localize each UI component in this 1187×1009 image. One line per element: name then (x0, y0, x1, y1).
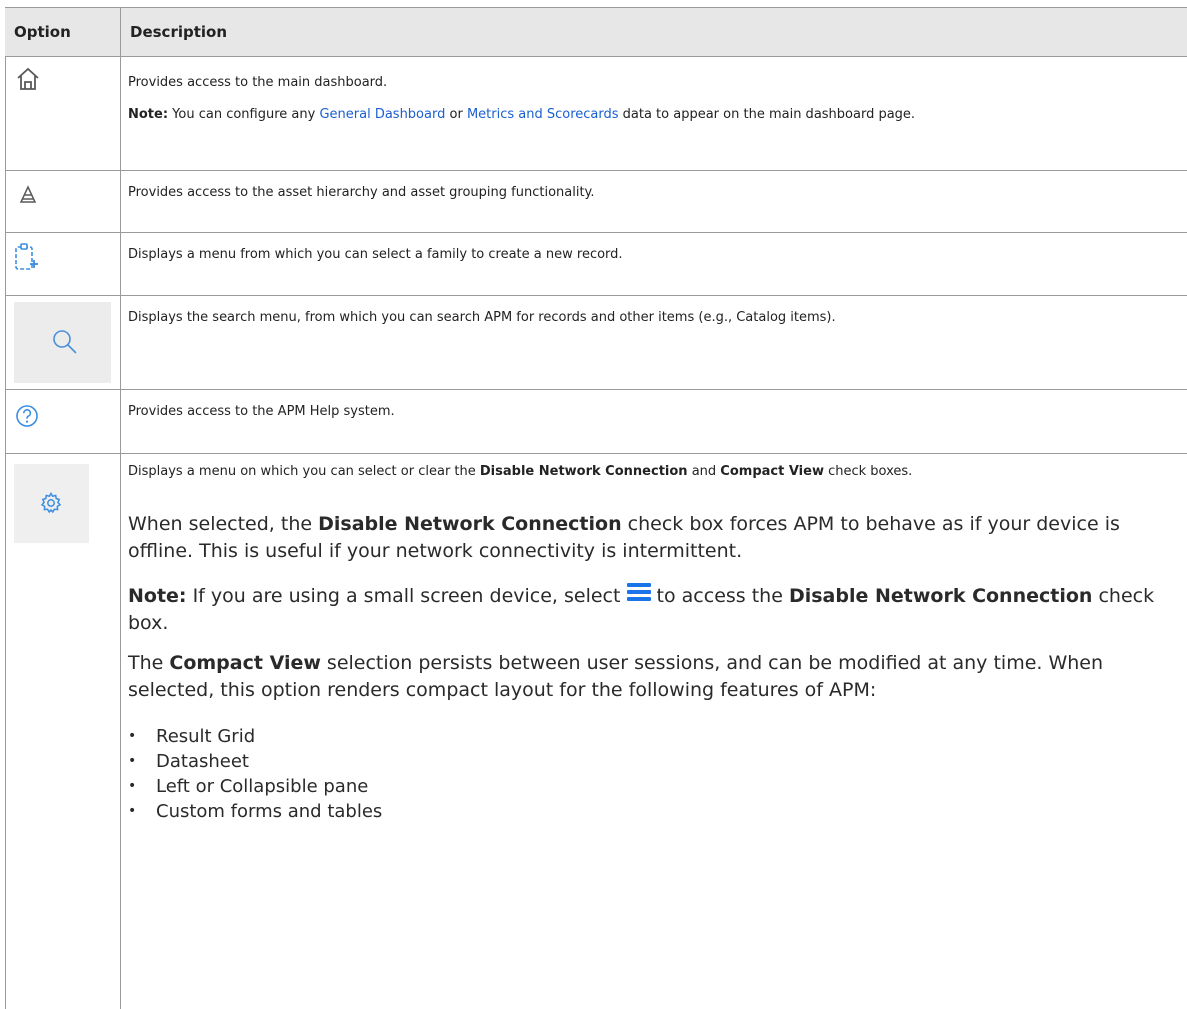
list-item: Custom forms and tables (128, 799, 1183, 824)
table-row: Displays the search menu, from which you… (5, 296, 1187, 390)
table-row: Provides access to the asset hierarchy a… (5, 171, 1187, 233)
disable-network-paragraph: When selected, the Disable Network Conne… (128, 513, 1120, 562)
table-row: Provides access to the APM Help system. (5, 390, 1187, 454)
table-row: Displays a menu from which you can selec… (5, 233, 1187, 296)
table-row: Displays a menu on which you can select … (5, 454, 1187, 1009)
row-description-text: Provides access to the main dashboard. (128, 75, 388, 90)
search-icon (53, 330, 77, 354)
list-item: Left or Collapsible pane (128, 774, 1183, 799)
new-record-icon[interactable] (13, 243, 39, 273)
hierarchy-pyramid-icon[interactable] (18, 185, 38, 205)
general-dashboard-link[interactable]: General Dashboard (319, 107, 445, 122)
table-row: Provides access to the main dashboard. N… (5, 56, 1187, 171)
note-label: Note: (128, 107, 169, 122)
home-icon[interactable] (15, 66, 41, 92)
row-description-text: Provides access to the asset hierarchy a… (128, 185, 595, 200)
row-description-text: Provides access to the APM Help system. (128, 404, 395, 419)
settings-intro: Displays a menu on which you can select … (128, 464, 913, 479)
table-header: Option Description (5, 7, 1187, 57)
metrics-scorecards-link[interactable]: Metrics and Scorecards (467, 107, 619, 122)
row-note: Note: You can configure any General Dash… (128, 107, 916, 122)
compact-view-paragraph: The Compact View selection persists betw… (128, 652, 1104, 701)
help-icon[interactable] (15, 404, 39, 428)
gear-icon (40, 492, 62, 514)
options-table: Option Description Provides access to th… (5, 7, 1187, 1009)
list-item: Result Grid (128, 724, 1183, 749)
row-description-text: Displays a menu from which you can selec… (128, 247, 623, 262)
search-button[interactable] (14, 302, 111, 383)
small-screen-note: Note: If you are using a small screen de… (128, 580, 1183, 637)
hamburger-menu-icon (626, 580, 651, 604)
header-option: Option (14, 23, 71, 41)
header-description: Description (130, 23, 228, 41)
column-divider (120, 7, 121, 1009)
row-description-text: Displays the search menu, from which you… (128, 310, 836, 325)
list-item: Datasheet (128, 749, 1183, 774)
settings-button[interactable] (14, 464, 89, 543)
note-label: Note: (128, 585, 187, 607)
features-list: Result Grid Datasheet Left or Collapsibl… (128, 724, 1183, 824)
